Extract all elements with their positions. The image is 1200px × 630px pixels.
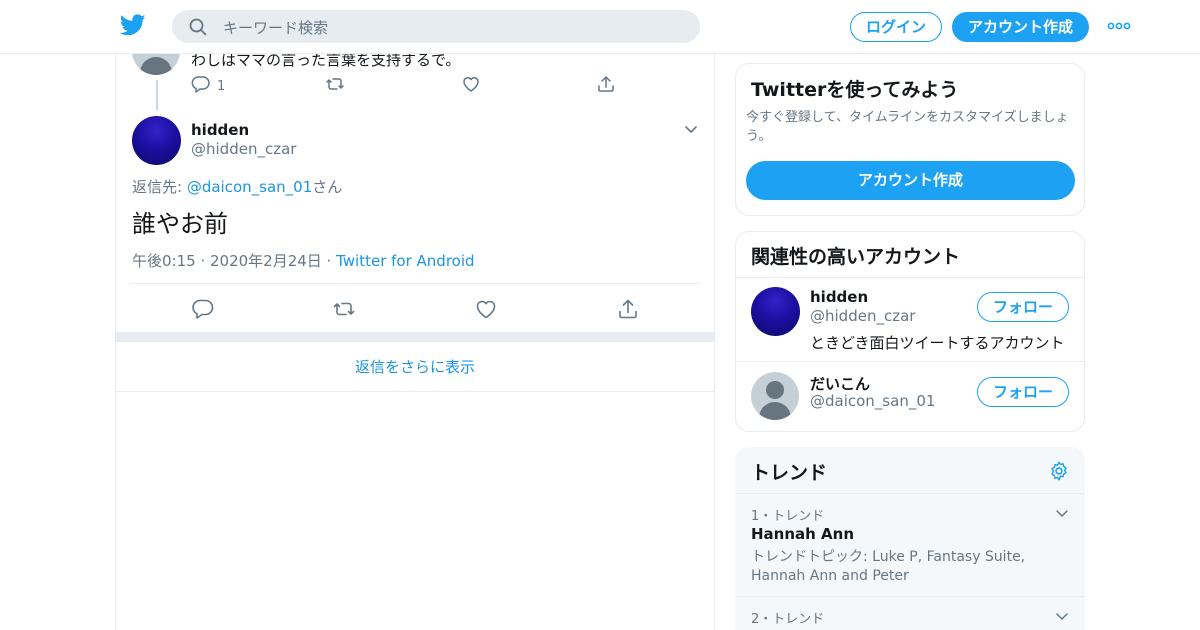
related-account-row[interactable]: だいこん @daicon_san_01 フォロー xyxy=(736,363,1084,431)
gear-icon[interactable] xyxy=(1048,460,1070,482)
avatar[interactable] xyxy=(751,372,799,420)
like-button[interactable] xyxy=(461,76,481,96)
tweet-author-handle[interactable]: @hidden_czar xyxy=(191,140,296,158)
chevron-down-icon[interactable] xyxy=(1054,608,1070,624)
top-navigation-bar: キーワード検索 ログイン アカウント作成 xyxy=(0,0,1200,54)
divider xyxy=(736,493,1084,494)
show-more-replies-link[interactable]: 返信をさらに表示 xyxy=(116,342,714,392)
account-bio: ときどき面白ツイートするアカウント xyxy=(810,334,1065,352)
trend-description: トレンドトピック: Luke P, Fantasy Suite, Hannah … xyxy=(751,549,1026,584)
search-input[interactable]: キーワード検索 xyxy=(223,17,328,38)
thread-connector-line xyxy=(156,80,158,110)
trends-title: トレンド xyxy=(751,462,828,484)
reply-mention-link[interactable]: @daicon_san_01 xyxy=(187,178,312,196)
tweet-conversation: わしはママの言った言葉を支持するで。 1 hidden @hidden_czar… xyxy=(115,27,716,630)
related-accounts-card: 関連性の高いアカウント hidden @hidden_czar ときどき面白ツイ… xyxy=(735,231,1085,432)
retweet-button[interactable] xyxy=(325,76,345,96)
account-handle[interactable]: @hidden_czar xyxy=(810,307,915,325)
reply-icon[interactable] xyxy=(191,297,215,321)
trend-name[interactable]: Hannah Ann xyxy=(751,525,854,543)
reply-count: 1 xyxy=(217,78,226,94)
retweet-icon[interactable] xyxy=(332,297,356,321)
account-name[interactable]: hidden xyxy=(810,288,868,306)
like-icon[interactable] xyxy=(474,297,498,321)
search-bar[interactable]: キーワード検索 xyxy=(172,10,700,43)
related-accounts-title: 関連性の高いアカウント xyxy=(751,246,961,268)
twitter-bird-icon[interactable] xyxy=(119,12,146,38)
signup-card-subtitle: 今すぐ登録して、タイムラインをカスタマイズしましょう。 xyxy=(746,110,1069,144)
signup-card-title: Twitterを使ってみよう xyxy=(751,79,959,101)
follow-button[interactable]: フォロー xyxy=(977,377,1069,407)
related-account-row[interactable]: hidden @hidden_czar ときどき面白ツイートするアカウント フォ… xyxy=(736,278,1084,362)
more-icon[interactable] xyxy=(1107,18,1131,34)
account-name[interactable]: だいこん xyxy=(810,373,870,394)
reply-context: 返信先: @daicon_san_01さん xyxy=(132,176,342,197)
divider xyxy=(130,283,700,284)
divider xyxy=(736,596,1084,597)
signup-card: Twitterを使ってみよう 今すぐ登録して、タイムラインをカスタマイズしましょ… xyxy=(735,63,1085,216)
chevron-down-icon[interactable] xyxy=(682,120,700,138)
trend-rank: 1・トレンド xyxy=(751,509,825,524)
tweet-source-link[interactable]: Twitter for Android xyxy=(336,252,474,270)
create-account-button[interactable]: アカウント作成 xyxy=(746,161,1075,200)
login-button[interactable]: ログイン xyxy=(850,12,942,42)
account-handle[interactable]: @daicon_san_01 xyxy=(810,392,935,410)
reply-suffix: さん xyxy=(312,178,343,196)
avatar[interactable] xyxy=(751,287,800,336)
tweet-metadata: 午後0:15 · 2020年2月24日 · Twitter for Androi… xyxy=(132,250,475,271)
trend-rank: 2・トレンド xyxy=(751,612,825,627)
trends-card: トレンド 1・トレンド Hannah Ann トレンドトピック: Luke P,… xyxy=(735,447,1085,630)
reply-button[interactable]: 1 xyxy=(191,76,225,96)
reply-prefix: 返信先: xyxy=(132,178,187,196)
tweet-author-name[interactable]: hidden xyxy=(191,121,249,139)
avatar[interactable] xyxy=(132,116,181,165)
like-icon xyxy=(461,74,481,98)
share-icon xyxy=(596,74,616,98)
tweet-actions xyxy=(116,297,716,321)
follow-button[interactable]: フォロー xyxy=(977,292,1069,322)
section-separator xyxy=(116,332,714,342)
share-button[interactable] xyxy=(596,76,616,96)
chevron-down-icon[interactable] xyxy=(1054,505,1070,521)
tweet-text: 誰やお前 xyxy=(132,210,228,238)
reply-icon xyxy=(191,74,211,98)
retweet-icon xyxy=(325,74,345,98)
previous-tweet-actions: 1 xyxy=(191,76,614,98)
signup-button[interactable]: アカウント作成 xyxy=(952,12,1089,42)
share-icon[interactable] xyxy=(616,297,640,321)
search-icon xyxy=(188,17,208,37)
tweet-timestamp[interactable]: 午後0:15 · 2020年2月24日 · xyxy=(132,252,336,270)
